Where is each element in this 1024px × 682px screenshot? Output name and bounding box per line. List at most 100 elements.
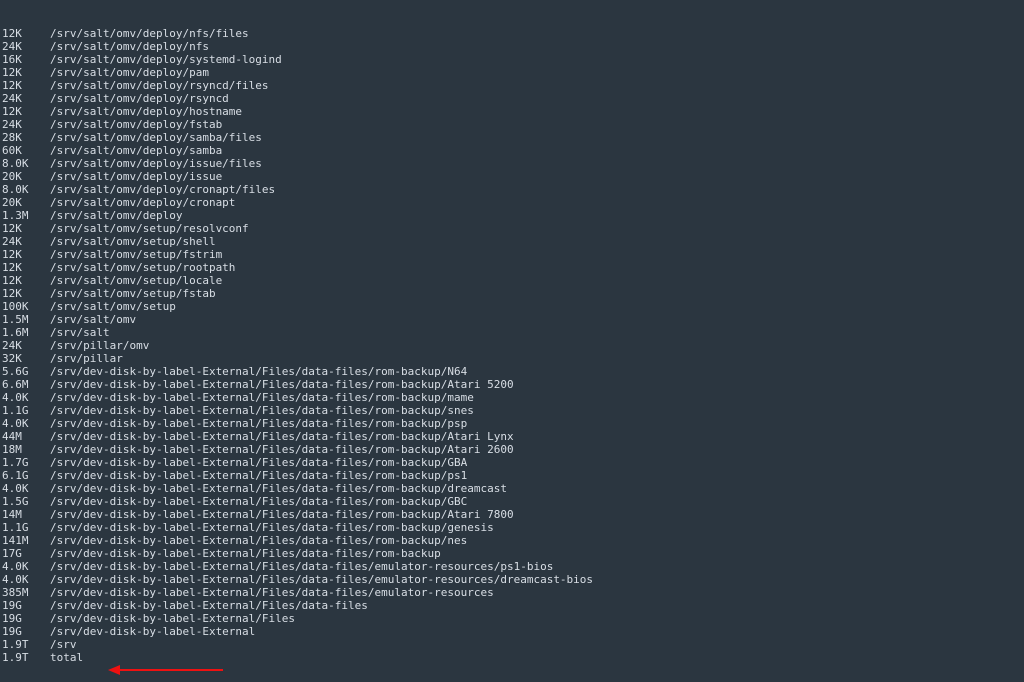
- output-row: 12K/srv/salt/omv/setup/rootpath: [2, 261, 1022, 274]
- path-value: /srv/salt/omv/setup/resolvconf: [50, 222, 1022, 235]
- size-value: 44M: [2, 430, 50, 443]
- size-value: 24K: [2, 235, 50, 248]
- path-value: /srv/dev-disk-by-label-External/Files/da…: [50, 521, 1022, 534]
- size-value: 4.0K: [2, 391, 50, 404]
- path-value: /srv/dev-disk-by-label-External/Files/da…: [50, 599, 1022, 612]
- output-row: 44M/srv/dev-disk-by-label-External/Files…: [2, 430, 1022, 443]
- path-value: /srv/salt/omv/deploy/nfs: [50, 40, 1022, 53]
- path-value: /srv/salt/omv/setup/shell: [50, 235, 1022, 248]
- output-row: 60K/srv/salt/omv/deploy/samba: [2, 144, 1022, 157]
- path-value: /srv/dev-disk-by-label-External/Files/da…: [50, 560, 1022, 573]
- size-value: 1.5G: [2, 495, 50, 508]
- size-value: 4.0K: [2, 573, 50, 586]
- size-value: 4.0K: [2, 560, 50, 573]
- size-value: 12K: [2, 287, 50, 300]
- output-row: 4.0K/srv/dev-disk-by-label-External/File…: [2, 482, 1022, 495]
- output-row: 24K/srv/salt/omv/deploy/nfs: [2, 40, 1022, 53]
- output-row: 385M/srv/dev-disk-by-label-External/File…: [2, 586, 1022, 599]
- size-value: 12K: [2, 261, 50, 274]
- output-row: 1.7G/srv/dev-disk-by-label-External/File…: [2, 456, 1022, 469]
- output-row: 4.0K/srv/dev-disk-by-label-External/File…: [2, 560, 1022, 573]
- path-value: /srv/dev-disk-by-label-External/Files/da…: [50, 404, 1022, 417]
- path-value: /srv/salt/omv/deploy/cronapt: [50, 196, 1022, 209]
- output-row: 19G/srv/dev-disk-by-label-External/Files: [2, 612, 1022, 625]
- output-row: 6.1G/srv/dev-disk-by-label-External/File…: [2, 469, 1022, 482]
- size-value: 12K: [2, 27, 50, 40]
- output-row: 1.5M/srv/salt/omv: [2, 313, 1022, 326]
- path-value: /srv/salt/omv/deploy/issue/files: [50, 157, 1022, 170]
- size-value: 60K: [2, 144, 50, 157]
- output-row: 19G/srv/dev-disk-by-label-External/Files…: [2, 599, 1022, 612]
- path-value: /srv/salt/omv/deploy/rsyncd/files: [50, 79, 1022, 92]
- path-value: /srv/dev-disk-by-label-External/Files/da…: [50, 508, 1022, 521]
- size-value: 24K: [2, 92, 50, 105]
- size-value: 24K: [2, 118, 50, 131]
- output-row: 4.0K/srv/dev-disk-by-label-External/File…: [2, 573, 1022, 586]
- path-value: /srv: [50, 638, 1022, 651]
- size-value: 100K: [2, 300, 50, 313]
- size-value: 20K: [2, 170, 50, 183]
- size-value: 19G: [2, 599, 50, 612]
- path-value: /srv/dev-disk-by-label-External/Files/da…: [50, 534, 1022, 547]
- path-value: /srv/salt/omv/deploy: [50, 209, 1022, 222]
- output-row: 12K/srv/salt/omv/deploy/hostname: [2, 105, 1022, 118]
- size-value: 12K: [2, 66, 50, 79]
- output-row: 17G/srv/dev-disk-by-label-External/Files…: [2, 547, 1022, 560]
- terminal-output[interactable]: 12K/srv/salt/omv/deploy/nfs/files24K/srv…: [0, 0, 1024, 682]
- output-row: 12K/srv/salt/omv/deploy/rsyncd/files: [2, 79, 1022, 92]
- path-value: /srv/salt/omv/deploy/cronapt/files: [50, 183, 1022, 196]
- output-row: 12K/srv/salt/omv/setup/locale: [2, 274, 1022, 287]
- path-value: /srv/salt/omv/deploy/fstab: [50, 118, 1022, 131]
- path-value: /srv/dev-disk-by-label-External/Files/da…: [50, 378, 1022, 391]
- size-value: 6.6M: [2, 378, 50, 391]
- path-value: /srv/salt/omv/deploy/samba/files: [50, 131, 1022, 144]
- size-value: 12K: [2, 248, 50, 261]
- path-value: /srv/salt/omv/setup/fstrim: [50, 248, 1022, 261]
- output-row: 141M/srv/dev-disk-by-label-External/File…: [2, 534, 1022, 547]
- path-value: /srv/dev-disk-by-label-External/Files/da…: [50, 365, 1022, 378]
- size-value: 4.0K: [2, 482, 50, 495]
- output-row: 16K/srv/salt/omv/deploy/systemd-logind: [2, 53, 1022, 66]
- size-value: 28K: [2, 131, 50, 144]
- size-value: 8.0K: [2, 157, 50, 170]
- output-row: 4.0K/srv/dev-disk-by-label-External/File…: [2, 391, 1022, 404]
- output-row: 12K/srv/salt/omv/deploy/nfs/files: [2, 27, 1022, 40]
- size-value: 1.1G: [2, 521, 50, 534]
- size-value: 1.7G: [2, 456, 50, 469]
- output-row: 1.1G/srv/dev-disk-by-label-External/File…: [2, 521, 1022, 534]
- size-value: 6.1G: [2, 469, 50, 482]
- output-row: 32K/srv/pillar: [2, 352, 1022, 365]
- output-row: 4.0K/srv/dev-disk-by-label-External/File…: [2, 417, 1022, 430]
- path-value: /srv/dev-disk-by-label-External: [50, 625, 1022, 638]
- size-value: 16K: [2, 53, 50, 66]
- output-row: 1.6M/srv/salt: [2, 326, 1022, 339]
- size-value: 24K: [2, 40, 50, 53]
- path-value: /srv/dev-disk-by-label-External/Files/da…: [50, 456, 1022, 469]
- size-value: 1.9T: [2, 651, 50, 664]
- output-row: 18M/srv/dev-disk-by-label-External/Files…: [2, 443, 1022, 456]
- size-value: 12K: [2, 105, 50, 118]
- path-value: /srv/salt/omv/setup/locale: [50, 274, 1022, 287]
- size-value: 18M: [2, 443, 50, 456]
- path-value: /srv/salt/omv/deploy/rsyncd: [50, 92, 1022, 105]
- path-value: total: [50, 651, 1022, 664]
- output-row: 1.3M/srv/salt/omv/deploy: [2, 209, 1022, 222]
- output-row: 12K/srv/salt/omv/setup/resolvconf: [2, 222, 1022, 235]
- path-value: /srv/dev-disk-by-label-External/Files: [50, 612, 1022, 625]
- size-value: 14M: [2, 508, 50, 521]
- path-value: /srv/dev-disk-by-label-External/Files/da…: [50, 469, 1022, 482]
- output-row: 20K/srv/salt/omv/deploy/cronapt: [2, 196, 1022, 209]
- size-value: 4.0K: [2, 417, 50, 430]
- size-value: 19G: [2, 625, 50, 638]
- size-value: 12K: [2, 274, 50, 287]
- output-row: 1.9Ttotal: [2, 651, 1022, 664]
- output-row: 20K/srv/salt/omv/deploy/issue: [2, 170, 1022, 183]
- path-value: /srv/dev-disk-by-label-External/Files/da…: [50, 586, 1022, 599]
- output-row: 100K/srv/salt/omv/setup: [2, 300, 1022, 313]
- path-value: /srv/dev-disk-by-label-External/Files/da…: [50, 430, 1022, 443]
- path-value: /srv/salt/omv: [50, 313, 1022, 326]
- output-row: 1.9T/srv: [2, 638, 1022, 651]
- size-value: 20K: [2, 196, 50, 209]
- size-value: 1.9T: [2, 638, 50, 651]
- output-row: 5.6G/srv/dev-disk-by-label-External/File…: [2, 365, 1022, 378]
